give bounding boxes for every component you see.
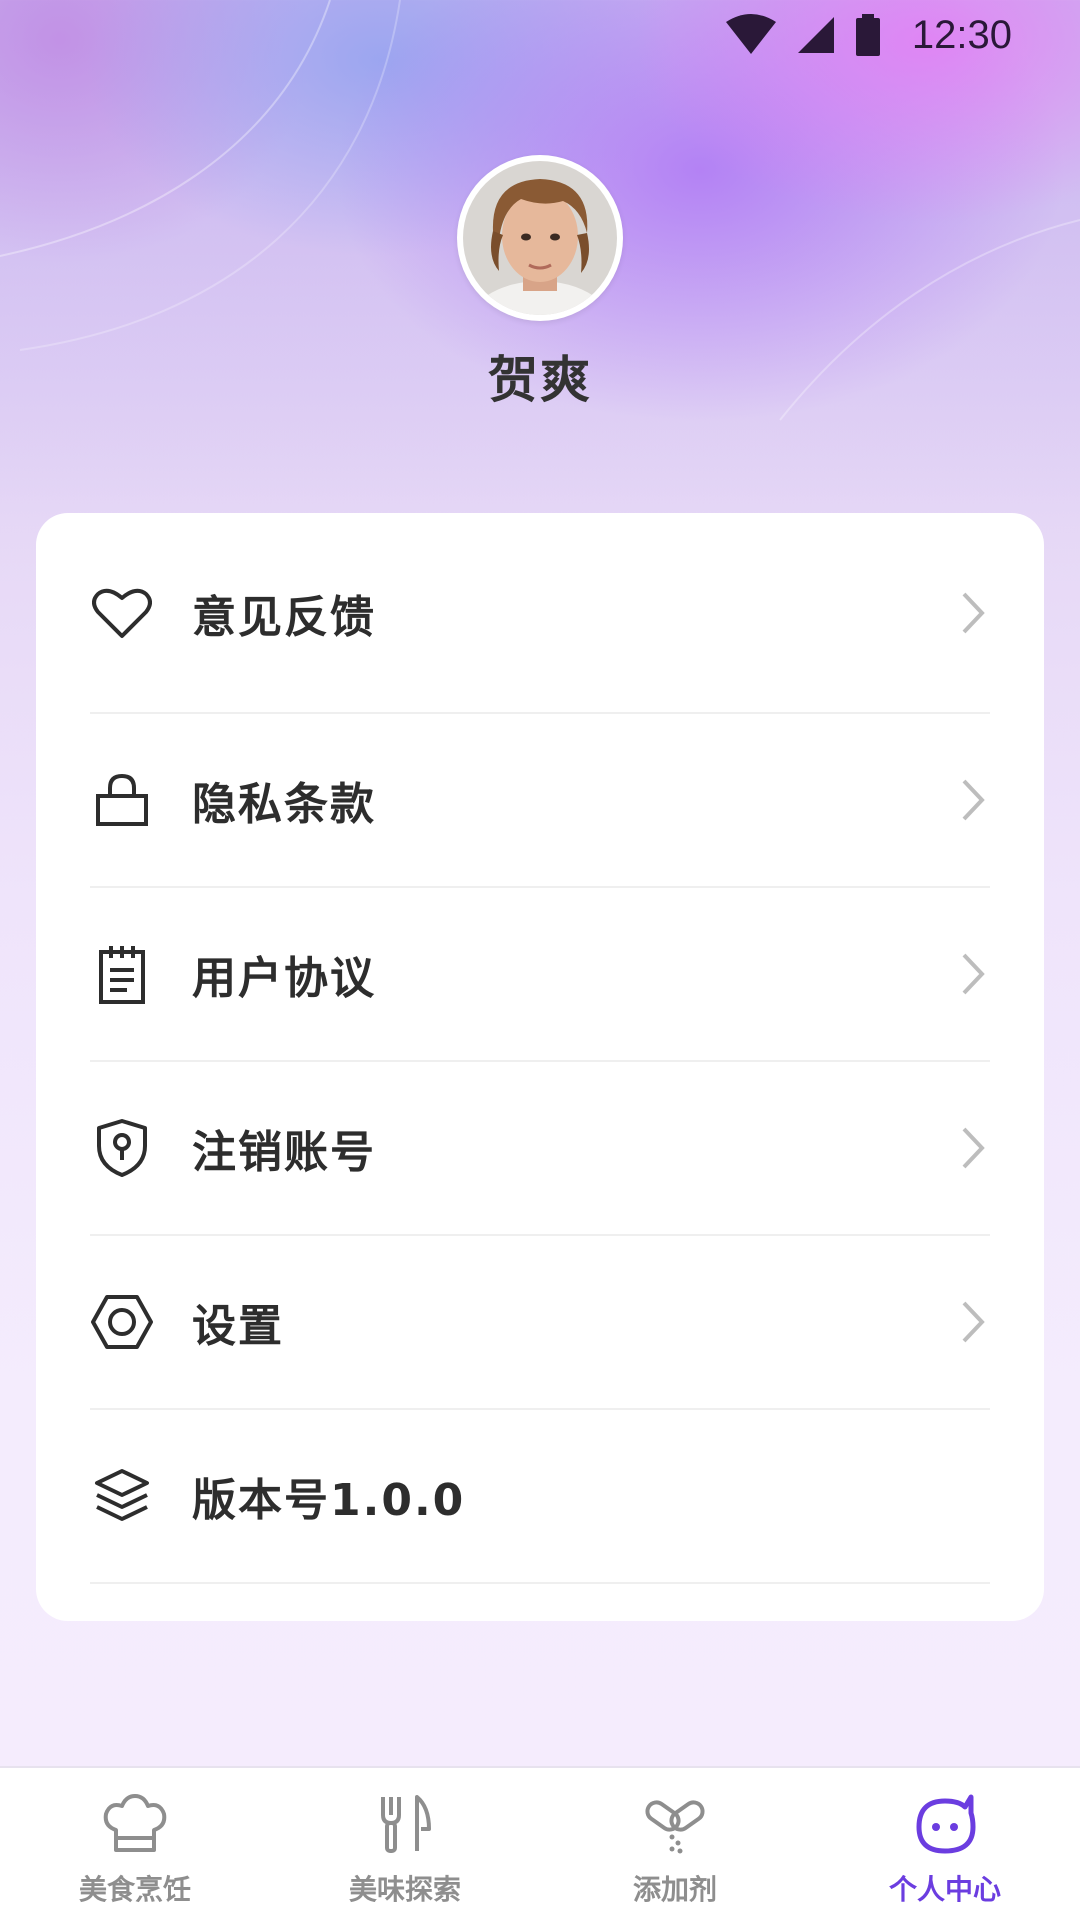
status-time: 12:30	[911, 12, 1012, 57]
menu-item-label: 用户协议	[192, 953, 376, 1004]
chevron-right-icon	[962, 953, 985, 995]
tab-label: 添加剂	[632, 1873, 717, 1906]
wifi-icon	[725, 14, 776, 54]
bottom-nav: 美食烹饪 美味探索 添加剂 个人中心	[0, 1766, 1080, 1922]
tab-label: 美味探索	[348, 1873, 461, 1906]
menu-item-label: 注销账号	[192, 1127, 376, 1178]
notepad-icon	[90, 942, 154, 1006]
menu-item-user-agreement[interactable]: 用户协议	[90, 888, 990, 1062]
tab-explore[interactable]: 美味探索	[270, 1768, 540, 1922]
menu-item-privacy[interactable]: 隐私条款	[90, 714, 990, 888]
tab-additives[interactable]: 添加剂	[540, 1768, 810, 1922]
menu-item-label: 设置	[192, 1301, 284, 1352]
menu-item-delete-account[interactable]: 注销账号	[90, 1062, 990, 1236]
tab-profile[interactable]: 个人中心	[810, 1768, 1080, 1922]
chevron-right-icon	[962, 592, 985, 633]
lock-icon	[90, 768, 154, 832]
heart-icon	[90, 581, 154, 645]
capsule-icon	[639, 1788, 711, 1860]
hexagon-settings-icon	[90, 1290, 154, 1354]
menu-item-label: 版本号1.0.0	[192, 1475, 466, 1526]
menu-item-version: 版本号1.0.0	[90, 1410, 990, 1584]
chevron-right-icon	[962, 1301, 985, 1343]
layers-icon	[90, 1464, 154, 1528]
shield-key-icon	[90, 1116, 154, 1180]
chevron-right-icon	[962, 779, 985, 821]
tab-cooking[interactable]: 美食烹饪	[0, 1768, 270, 1922]
menu-item-feedback[interactable]: 意见反馈	[90, 513, 990, 714]
chef-hat-icon	[99, 1788, 171, 1860]
tab-label: 个人中心	[888, 1873, 1001, 1906]
avatar[interactable]	[457, 155, 623, 321]
cell-signal-icon	[797, 17, 834, 53]
tab-label: 美食烹饪	[78, 1873, 191, 1906]
menu-item-settings[interactable]: 设置	[90, 1236, 990, 1410]
battery-icon	[855, 14, 880, 56]
smiley-face-icon	[909, 1788, 981, 1860]
user-name: 贺爽	[488, 351, 592, 409]
menu-item-label: 隐私条款	[192, 779, 376, 830]
menu-card: 意见反馈 隐私条款 用户协议 注销账号 设置 版本号1.0.0	[36, 513, 1044, 1621]
menu-item-label: 意见反馈	[192, 591, 376, 643]
status-bar: 12:30	[660, 0, 1080, 70]
chevron-right-icon	[962, 1127, 985, 1169]
fork-knife-icon	[369, 1788, 441, 1860]
avatar-photo	[463, 161, 617, 315]
